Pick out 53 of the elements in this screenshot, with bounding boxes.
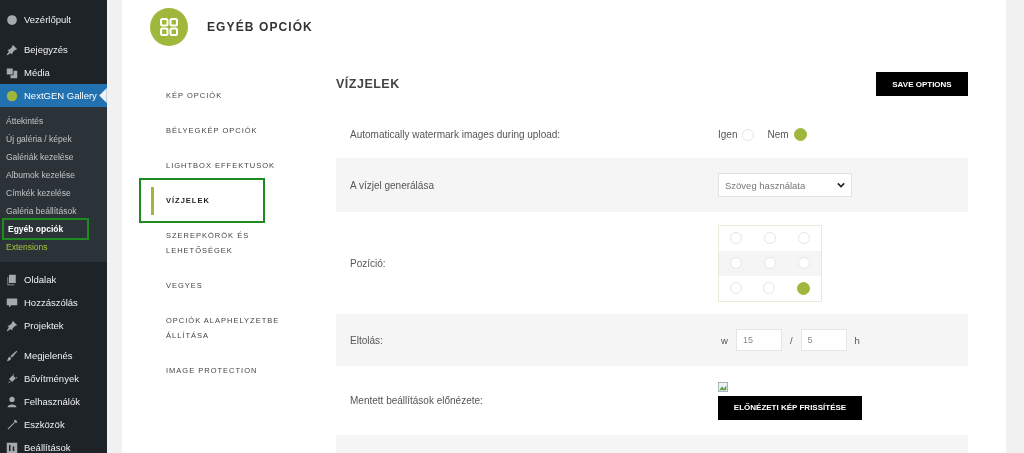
menu-item[interactable]: Oldalak [0,268,107,291]
submenu-item[interactable]: Áttekintés [0,112,107,130]
menu-item[interactable]: NextGEN Gallery [0,84,107,107]
refresh-preview-button[interactable]: ELŐNÉZETI KÉP FRISSÍTÉSE [718,395,862,420]
menu-item[interactable]: Beállítások [0,436,107,453]
offset-x-field[interactable]: 15 [735,329,782,351]
grid-icon [150,8,188,46]
submenu-item[interactable]: Galériák kezelése [0,148,107,166]
setting-label: Automatically watermark images during upload: [350,129,562,140]
submenu-item[interactable]: Galéria beállítások [0,202,107,220]
setting-label: Pozíció: [350,257,387,269]
radio-button[interactable] [793,128,807,141]
width-label: w [721,334,728,346]
position-radio[interactable] [797,281,811,295]
submenu-item[interactable]: Extensions [0,238,107,256]
wrench-icon [6,418,18,431]
plugin-icon [6,372,18,385]
option-label: Nem [767,129,789,140]
menu-item[interactable]: Megjelenés [0,344,107,367]
generation-select[interactable]: Szöveg használata [718,173,852,197]
save-button[interactable]: SAVE OPTIONS [876,72,968,96]
menu-item[interactable]: Bővítmények [0,367,107,390]
brush-icon [6,349,18,362]
menu-item[interactable]: Projektek [0,314,107,337]
pages-icon [6,273,18,286]
comment-icon [6,296,18,309]
submenu-item[interactable]: Egyéb opciók [2,218,89,240]
broken-image-icon [718,381,728,392]
section-title: VÍZJELEK [336,77,400,91]
submenu-item[interactable]: Új galéria / képek [0,130,107,148]
submenu-item[interactable]: Címkék kezelése [0,184,107,202]
menu-item[interactable]: Bejegyzés [0,38,107,61]
chevron-down-icon [837,182,845,188]
page-title: EGYÉB OPCIÓK [207,20,313,34]
menu-item[interactable]: Hozzászólás [0,291,107,314]
menu-item[interactable]: Felhasználók [0,390,107,413]
pointer-icon [99,88,107,103]
user-icon [6,395,18,408]
menu-item[interactable]: Média [0,61,107,84]
media-icon [6,66,18,79]
option-label: Igen [718,129,738,140]
settings-icon [6,441,18,453]
offset-y-field[interactable]: 5 [800,329,847,351]
setting-label: A vízjel generálása [350,179,435,191]
menu-item[interactable]: Vezérlőpult [0,8,107,31]
setting-label: Eltolás: [350,334,384,346]
separator: / [789,334,793,346]
pin-icon [6,319,18,332]
height-label: h [854,334,860,346]
setting-label: Mentett beállítások előnézete: [350,395,484,406]
submenu-item[interactable]: Albumok kezelése [0,166,107,184]
pin-icon [6,43,18,56]
menu-item[interactable]: Eszközök [0,413,107,436]
